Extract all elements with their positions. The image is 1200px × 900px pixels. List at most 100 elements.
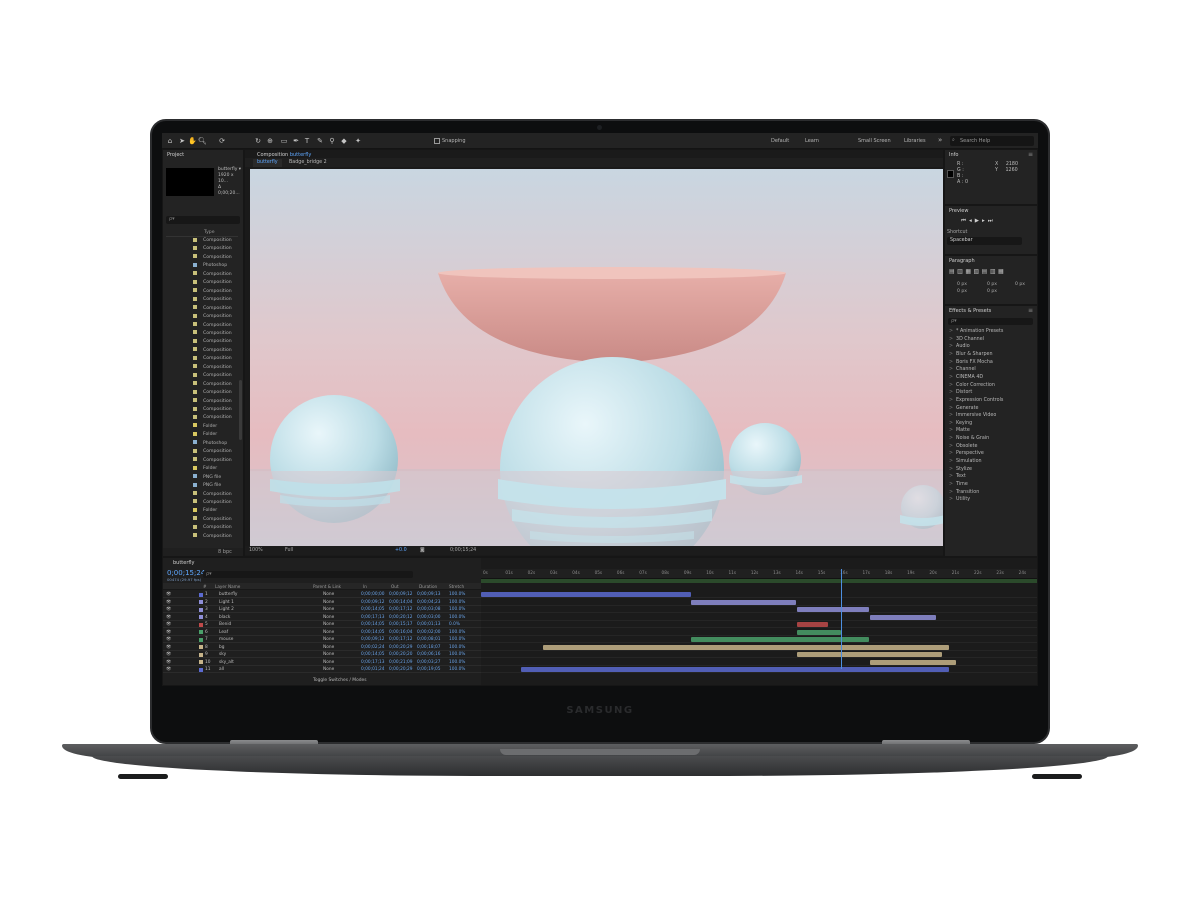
parent-link[interactable]: None — [323, 599, 334, 606]
panel-menu-icon[interactable]: ≡ — [1028, 307, 1033, 314]
layer-name[interactable]: mouse — [219, 636, 233, 643]
parent-link[interactable]: None — [323, 659, 334, 666]
project-scrollbar[interactable] — [239, 380, 242, 440]
project-item[interactable]: Composition — [193, 271, 232, 279]
puppet-pin-tool-icon[interactable]: ✦ — [354, 137, 362, 145]
eye-icon[interactable]: 👁︎ — [166, 614, 171, 621]
effects-category[interactable]: > Keying — [949, 420, 972, 428]
resolution-dropdown[interactable]: Full — [285, 546, 293, 555]
space-after[interactable]: 0 px — [987, 289, 997, 294]
layer-name[interactable]: black — [219, 614, 230, 621]
effects-search-input[interactable]: ρ▾ — [948, 318, 1033, 325]
effects-category[interactable]: > Transition — [949, 489, 979, 497]
project-item[interactable]: Composition — [193, 305, 232, 313]
eye-icon[interactable]: 👁︎ — [166, 606, 171, 613]
parent-link[interactable]: None — [323, 606, 334, 613]
layer-row[interactable]: 👁︎ 11 all None 0;00;01;24 0;00;20;29 0;00;19;0… — [163, 666, 481, 674]
layer-duration-bar[interactable] — [870, 659, 957, 665]
eraser-tool-icon[interactable]: ◆ — [340, 137, 348, 145]
eye-icon[interactable]: 👁︎ — [166, 599, 171, 606]
project-item[interactable]: Composition — [193, 279, 232, 287]
project-item[interactable]: Composition — [193, 457, 232, 465]
layer-duration-bar[interactable] — [870, 614, 937, 620]
project-item[interactable]: Composition — [193, 448, 232, 456]
layer-row[interactable]: 👁︎ 7 mouse None 0;00;09;12 0;00;17;12 0;00;08;… — [163, 636, 481, 644]
anchor-tool-icon[interactable]: ⊕ — [266, 137, 274, 145]
parent-link[interactable]: None — [323, 591, 334, 598]
project-item[interactable]: Folder — [193, 465, 217, 473]
parent-link[interactable]: None — [323, 636, 334, 643]
layer-row[interactable]: 👁︎ 6 Leaf None 0;00;14;05 0;00;16;04 0;00;02;0… — [163, 629, 481, 636]
indent-right[interactable]: 0 px — [1015, 282, 1025, 287]
camera-snapshot-icon[interactable]: ◙ — [420, 546, 425, 555]
project-item[interactable]: Composition — [193, 313, 232, 321]
effects-category[interactable]: > Generate — [949, 405, 978, 413]
timeline-search-input[interactable]: ρ▾ — [203, 571, 413, 578]
eye-icon[interactable]: 👁︎ — [166, 666, 171, 673]
parent-link[interactable]: None — [323, 666, 334, 673]
layer-duration-bar[interactable] — [797, 652, 943, 657]
parent-link[interactable]: None — [323, 629, 334, 636]
layer-duration-bar[interactable] — [797, 629, 842, 635]
layer-row[interactable]: 👁︎ 4 black None 0;00;17;13 0;00;20;12 0;00;03;… — [163, 614, 481, 621]
layer-duration-bar[interactable] — [690, 637, 870, 642]
effects-category[interactable]: > CINEMA 4D — [949, 374, 983, 382]
timeline-tracks[interactable]: 0s 01s 02s 03s 04s 05s 06s 07s 08s 09s 10s 11s 12s 13… — [481, 558, 1037, 685]
project-item[interactable]: Composition — [193, 389, 232, 397]
bpc-indicator[interactable]: 8 bpc — [218, 549, 232, 555]
effects-category[interactable]: > Blur & Sharpen — [949, 351, 993, 359]
layer-duration-bar[interactable] — [690, 599, 797, 605]
project-item[interactable]: Composition — [193, 347, 232, 355]
layer-row[interactable]: 👁︎ 9 sky None 0;00;14;05 0;00;20;20 0;00;06;16… — [163, 651, 481, 659]
eye-icon[interactable]: 👁︎ — [166, 644, 171, 651]
workspace-learn[interactable]: Learn — [805, 138, 819, 144]
layer-name[interactable]: sky — [219, 651, 226, 658]
project-item[interactable]: Composition — [193, 414, 232, 422]
layer-name[interactable]: bg — [219, 644, 224, 651]
project-item[interactable]: Composition — [193, 355, 232, 363]
snapping-checkbox[interactable] — [434, 138, 440, 144]
project-item[interactable]: Composition — [193, 524, 232, 532]
rotate-tool-icon[interactable]: ↻ — [254, 137, 262, 145]
layer-name[interactable]: Light 2 — [219, 606, 234, 613]
project-item[interactable]: Composition — [193, 406, 232, 414]
workspaces-overflow[interactable]: » — [938, 136, 942, 144]
project-item[interactable]: Composition — [193, 237, 232, 245]
space-before[interactable]: 0 px — [957, 289, 967, 294]
viewer-timecode[interactable]: 0;00;15;24 — [450, 546, 476, 555]
orbit-tool-icon[interactable]: ⟳ — [218, 137, 226, 145]
effects-category[interactable]: > Text — [949, 473, 966, 481]
effects-category[interactable]: > Obsolete — [949, 443, 977, 451]
zoom-tool-icon[interactable]: 🔍︎ — [198, 137, 207, 145]
project-item[interactable]: Composition — [193, 398, 232, 406]
eye-icon[interactable]: 👁︎ — [166, 629, 171, 636]
project-item[interactable]: Composition — [193, 499, 232, 507]
tab-butterfly[interactable]: butterfly — [253, 159, 282, 167]
tab-badge-bridge[interactable]: Badge_bridge 2 — [285, 159, 331, 167]
project-item[interactable]: Composition — [193, 516, 232, 524]
project-item[interactable]: Folder — [193, 507, 217, 515]
layer-row[interactable]: 👁︎ 2 Light 1 None 0;00;09;12 0;00;14;04 0;00;0… — [163, 599, 481, 606]
toggle-switches-modes[interactable]: Toggle Switches / Modes — [313, 678, 367, 683]
effects-category[interactable]: > Audio — [949, 343, 970, 351]
play-icon[interactable]: ▶ — [975, 218, 982, 224]
hand-tool-icon[interactable]: ✋ — [188, 137, 197, 145]
indent-left[interactable]: 0 px — [957, 282, 967, 287]
effects-category[interactable]: > Immersive Video — [949, 412, 996, 420]
layer-row[interactable]: 👁︎ 1 butterfly None 0;00;00;00 0;00;09;12 0;00… — [163, 591, 481, 599]
eye-icon[interactable]: 👁︎ — [166, 651, 171, 658]
pen-tool-icon[interactable]: ✒ — [292, 137, 300, 145]
effects-category[interactable]: > Utility — [949, 496, 970, 504]
align-buttons[interactable]: ▤▥▦▧▤▥▦ — [949, 268, 1006, 275]
project-item[interactable]: Composition — [193, 364, 232, 372]
home-icon[interactable]: ⌂ — [166, 137, 174, 145]
effects-category[interactable]: > Stylize — [949, 466, 972, 474]
layer-name[interactable]: sky_alt — [219, 659, 234, 666]
shortcut-dropdown[interactable]: Spacebar — [947, 237, 1022, 245]
project-item[interactable]: Composition — [193, 491, 232, 499]
layer-row[interactable]: 👁︎ 10 sky_alt None 0;00;17;13 0;00;21;09 0;00;… — [163, 659, 481, 666]
layer-row[interactable]: 👁︎ 5 Benid None 0;00;14;05 0;00;15;17 0;00;01;… — [163, 621, 481, 629]
effects-category[interactable]: >3D Channel — [949, 336, 984, 344]
project-item[interactable]: Composition — [193, 296, 232, 304]
panel-menu-icon[interactable]: ≡ — [1028, 151, 1033, 158]
